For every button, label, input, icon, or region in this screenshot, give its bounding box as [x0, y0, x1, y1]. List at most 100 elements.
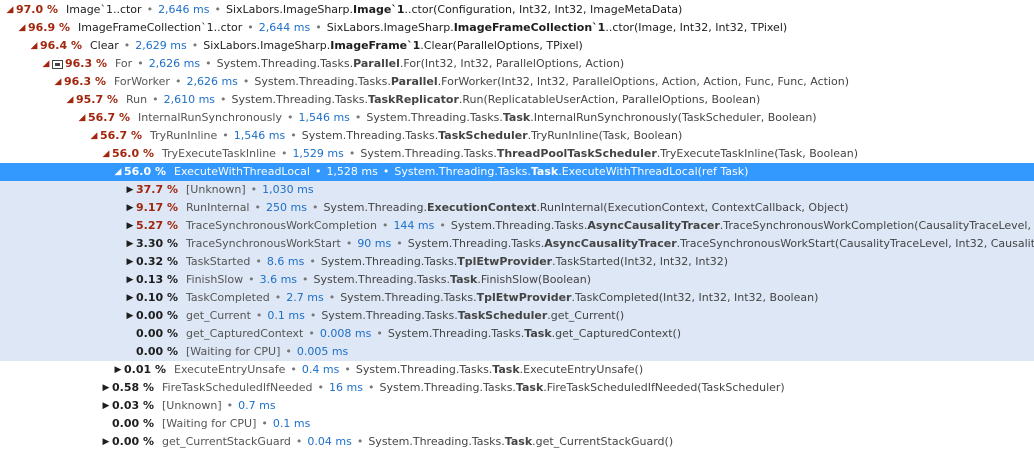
- function-name: ExecuteWithThreadLocal: [174, 165, 310, 178]
- collapsed-triangle-icon[interactable]: ▶: [124, 235, 136, 253]
- duration-value: 2,610 ms: [163, 93, 216, 106]
- collapsed-triangle-icon[interactable]: ▶: [112, 361, 124, 379]
- collapsed-triangle-icon[interactable]: ▶: [124, 289, 136, 307]
- collapsed-triangle-icon[interactable]: ▶: [124, 217, 136, 235]
- separator-dot: •: [280, 147, 288, 160]
- percent-value: 56.0 %: [124, 165, 166, 178]
- tree-row[interactable]: ▶ 37.7 % [Unknown] • 1,030 ms: [0, 181, 1034, 199]
- tree-row[interactable]: ▶ 0.58 % FireTaskScheduledIfNeeded • 16 ms • S…: [0, 379, 1034, 397]
- tree-row[interactable]: ▶ 0.13 % FinishSlow • 3.6 ms • System.Threadin…: [0, 271, 1034, 289]
- tree-row[interactable]: ▶ 9.17 % RunInternal • 250 ms • System.Threadi…: [0, 199, 1034, 217]
- function-name: FireTaskScheduledIfNeeded: [162, 381, 313, 394]
- tree-row[interactable]: ▶ 5.27 % TraceSynchronousWorkCompletion • 14…: [0, 217, 1034, 235]
- tree-row[interactable]: ◢ 56.7 % InternalRunSynchronously • 1,546 ms…: [0, 109, 1034, 127]
- tree-row[interactable]: ◢ 96.9 % ImageFrameCollection`1..ctor • 2,64…: [0, 19, 1034, 37]
- duration-value: 2,646 ms: [158, 3, 210, 16]
- signature-member: .InternalRunSynchronously(TaskScheduler,…: [530, 111, 817, 124]
- expanded-triangle-icon[interactable]: ◢: [16, 19, 28, 37]
- signature-type: Image`1: [353, 3, 405, 16]
- signature-member: .ExecuteEntryUnsafe(): [519, 363, 644, 376]
- function-name: TraceSynchronousWorkCompletion: [186, 219, 377, 232]
- signature-namespace: System.Threading.Tasks.: [340, 291, 477, 304]
- expanded-triangle-icon[interactable]: ◢: [28, 37, 40, 55]
- signature-member: .TraceSynchronousWorkCompletion(Causalit…: [719, 219, 1034, 232]
- signature-namespace: System.Threading.Tasks.: [321, 309, 458, 322]
- signature-namespace: System.Threading.Tasks.: [387, 327, 525, 340]
- duration-value: 250 ms: [266, 201, 307, 214]
- signature-member: .get_CapturedContext(): [551, 327, 682, 340]
- tree-row[interactable]: ▶ 0.32 % TaskStarted • 8.6 ms • System.Threadi…: [0, 253, 1034, 271]
- expanded-triangle-icon[interactable]: ◢: [88, 127, 100, 145]
- tree-row[interactable]: ◢ 56.0 % ExecuteWithThreadLocal • 1,528 ms • S…: [0, 163, 1034, 181]
- percent-value: 0.00 %: [136, 345, 178, 358]
- expanded-triangle-icon[interactable]: ◢: [4, 1, 16, 19]
- expanded-triangle-icon[interactable]: ◢: [52, 73, 64, 91]
- signature-member: .TaskCompleted(Int32, Int32, Int32, Bool…: [571, 291, 819, 304]
- signature-type: Task: [515, 381, 544, 394]
- signature-member: .TryExecuteTaskInline(Task, Boolean): [656, 147, 859, 160]
- expanded-triangle-icon[interactable]: ◢: [40, 55, 52, 73]
- method-signature: System.Threading.Tasks.TaskReplicator.Ru…: [232, 91, 761, 109]
- tree-row[interactable]: ◢ 97.0 % Image`1..ctor • 2,646 ms • SixLabors.…: [0, 1, 1034, 19]
- percent-value: 56.7 %: [88, 111, 130, 124]
- tree-row[interactable]: ◢ 96.4 % Clear • 2,629 ms • SixLabors.ImageSha…: [0, 37, 1034, 55]
- tree-row[interactable]: ◢ 96.3 % ForWorker • 2,626 ms • System.Threadi…: [0, 73, 1034, 91]
- tree-row[interactable]: 0.00 % [Waiting for CPU] • 0.1 ms: [0, 415, 1034, 433]
- signature-type: AsyncCausalityTracer: [587, 219, 720, 232]
- tree-row[interactable]: ▶ 3.30 % TraceSynchronousWorkStart • 90 ms • S…: [0, 235, 1034, 253]
- separator-dot: •: [174, 75, 182, 88]
- separator-dot: •: [295, 435, 303, 448]
- collapsed-triangle-icon[interactable]: ▶: [124, 271, 136, 289]
- percent-value: 5.27 %: [136, 219, 178, 232]
- tree-row[interactable]: 0.00 % get_CapturedContext • 0.008 ms • Syste…: [0, 325, 1034, 343]
- signature-type: Task: [492, 363, 520, 376]
- collapsed-triangle-icon[interactable]: ▶: [100, 379, 112, 397]
- separator-dot: •: [328, 291, 336, 304]
- function-name: Clear: [90, 39, 119, 52]
- call-tree[interactable]: ◢ 97.0 % Image`1..ctor • 2,646 ms • SixLabors.…: [0, 0, 1034, 454]
- function-name: [Unknown]: [186, 183, 246, 196]
- function-name: ExecuteEntryUnsafe: [174, 363, 286, 376]
- duration-value: 1,528 ms: [326, 165, 378, 178]
- expanded-triangle-icon[interactable]: ◢: [100, 145, 112, 163]
- tree-row[interactable]: ▶ 0.01 % ExecuteEntryUnsafe • 0.4 ms • System.…: [0, 361, 1034, 379]
- tree-row[interactable]: ▶ 0.10 % TaskCompleted • 2.7 ms • System.Threa…: [0, 289, 1034, 307]
- expanded-triangle-icon[interactable]: ◢: [76, 109, 88, 127]
- duration-value: 2,626 ms: [186, 75, 238, 88]
- duration-value: 2,629 ms: [135, 39, 187, 52]
- collapsed-triangle-icon[interactable]: ▶: [124, 199, 136, 217]
- expanded-triangle-icon[interactable]: ◢: [64, 91, 76, 109]
- signature-type: TaskScheduler: [438, 129, 528, 142]
- duration-value: 0.1 ms: [272, 417, 311, 430]
- tree-row[interactable]: ◢ 96.3 % For • 2,626 ms • System.Threading.Tas…: [0, 55, 1034, 73]
- method-signature: System.Threading.Tasks.AsyncCausalityTra…: [451, 217, 1034, 235]
- collapsed-triangle-icon[interactable]: ▶: [124, 307, 136, 325]
- signature-type: Parallel: [353, 57, 400, 70]
- tree-row[interactable]: ◢ 56.7 % TryRunInline • 1,546 ms • System.Thre…: [0, 127, 1034, 145]
- tree-row[interactable]: ▶ 0.00 % get_CurrentStackGuard • 0.04 ms • Sys…: [0, 433, 1034, 451]
- percent-value: 0.58 %: [112, 381, 154, 394]
- collapsed-triangle-icon[interactable]: ▶: [100, 397, 112, 415]
- method-signature: System.Threading.Tasks.TaskScheduler.Try…: [302, 127, 683, 145]
- method-signature: System.Threading.Tasks.Task.FireTaskSche…: [379, 379, 784, 397]
- tree-row[interactable]: 0.00 % [Waiting for CPU] • 0.005 ms: [0, 343, 1034, 361]
- signature-type: TaskScheduler: [457, 309, 548, 322]
- tree-row[interactable]: ▶ 0.00 % get_Current • 0.1 ms • System.Threadi…: [0, 307, 1034, 325]
- separator-dot: •: [152, 93, 159, 106]
- expanded-triangle-icon[interactable]: ◢: [112, 163, 124, 181]
- signature-type: AsyncCausalityTracer: [544, 237, 677, 250]
- separator-dot: •: [315, 21, 322, 34]
- collapsed-triangle-icon[interactable]: ▶: [100, 433, 112, 451]
- tree-row[interactable]: ◢ 95.7 % Run • 2,610 ms • System.Threading.Tas…: [0, 91, 1034, 109]
- tree-row[interactable]: ▶ 0.03 % [Unknown] • 0.7 ms: [0, 397, 1034, 415]
- tree-row[interactable]: ◢ 56.0 % TryExecuteTaskInline • 1,529 ms • Sys…: [0, 145, 1034, 163]
- duration-value: 1,546 ms: [233, 129, 286, 142]
- signature-type: Task: [449, 273, 478, 286]
- collapsed-triangle-icon[interactable]: ▶: [124, 181, 136, 199]
- function-name: Image`1..ctor: [66, 3, 142, 16]
- function-name: TryExecuteTaskInline: [162, 147, 276, 160]
- signature-namespace: System.Threading.Tasks.: [394, 165, 531, 178]
- signature-type: Task: [530, 165, 559, 178]
- separator-dot: •: [242, 75, 250, 88]
- collapsed-triangle-icon[interactable]: ▶: [124, 253, 136, 271]
